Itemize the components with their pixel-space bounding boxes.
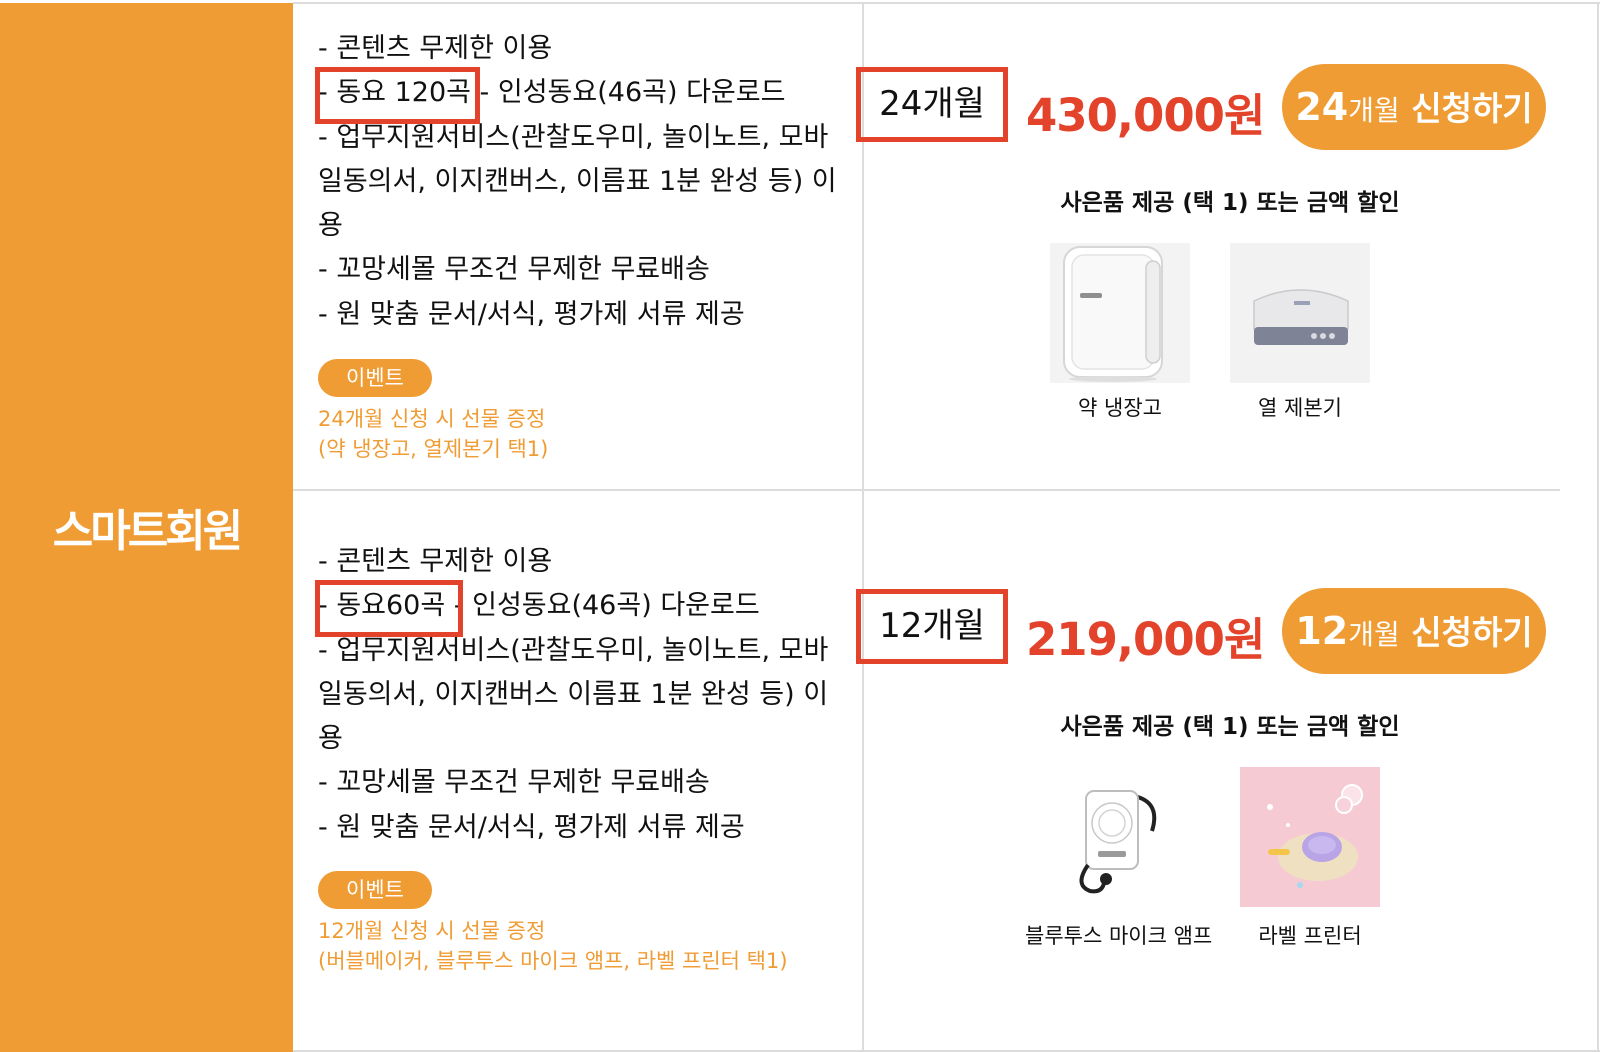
event-description: 24개월 신청 시 선물 증정 (약 냉장고, 열제본기 택1) <box>318 404 798 464</box>
table-right-border <box>1597 3 1599 1052</box>
membership-title: 스마트회원 <box>52 506 243 557</box>
plan-price: 219,000원 <box>1026 613 1265 666</box>
event-badge: 이벤트 <box>318 871 432 909</box>
period-label: 12개월 <box>856 589 1008 664</box>
apply-months-unit: 개월 <box>1348 618 1400 651</box>
apply-12-months-button[interactable]: 12개월 신청하기 <box>1282 588 1546 674</box>
gift-caption: 약 냉장고 <box>1078 396 1162 420</box>
event-line: 24개월 신청 시 선물 증정 <box>318 407 546 431</box>
pricing-table: 스마트회원 - 콘텐츠 무제한 이용 - 동요 120곡 - 인성동요(46곡)… <box>0 0 1600 1052</box>
feature-item: - 꼬망세몰 무조건 무제한 무료배송 <box>318 767 710 799</box>
apply-months-number: 24 <box>1295 85 1349 129</box>
gift-caption: 열 제본기 <box>1258 396 1342 420</box>
event-line: (약 냉장고, 열제본기 택1) <box>318 437 549 461</box>
gift-heading: 사은품 제공 (택 1) 또는 금액 할인 <box>1060 190 1400 216</box>
event-description: 12개월 신청 시 선물 증정 (버블메이커, 블루투스 마이크 앰프, 라벨 … <box>318 916 798 976</box>
gift-heading: 사은품 제공 (택 1) 또는 금액 할인 <box>1060 714 1400 740</box>
thermal-binder-icon <box>1230 243 1370 383</box>
feature-item: - 업무지원서비스(관찰도우미, 놀이노트, 모바일동의서, 이지캔버스, 이름… <box>318 121 837 242</box>
feature-item: - 꼬망세몰 무조건 무제한 무료배송 <box>318 254 710 286</box>
highlight-box-songs <box>315 580 463 637</box>
event-line: 12개월 신청 시 선물 증정 <box>318 919 546 943</box>
feature-item: - 콘텐츠 무제한 이용 <box>318 33 553 64</box>
plan-price: 430,000원 <box>1026 89 1265 142</box>
highlight-box-songs <box>315 67 480 124</box>
apply-label: 신청하기 <box>1399 89 1533 128</box>
row-divider <box>293 489 1560 491</box>
bluetooth-mic-amp-icon <box>1040 767 1180 907</box>
apply-label: 신청하기 <box>1399 613 1533 652</box>
table-top-border <box>293 2 1600 4</box>
label-printer-icon <box>1240 767 1380 907</box>
feature-item: - 원 맞춤 문서/서식, 평가제 서류 제공 <box>318 298 745 330</box>
apply-24-months-button[interactable]: 24개월 신청하기 <box>1282 64 1546 150</box>
feature-item: - 콘텐츠 무제한 이용 <box>318 546 553 577</box>
period-label: 24개월 <box>856 67 1008 142</box>
event-badge: 이벤트 <box>318 359 432 397</box>
column-divider <box>862 3 864 1052</box>
gift-caption: 라벨 프린터 <box>1258 924 1362 948</box>
event-line: (버블메이커, 블루투스 마이크 앰프, 라벨 프린터 택1) <box>318 949 788 973</box>
mini-fridge-icon <box>1050 243 1190 383</box>
apply-months-number: 12 <box>1295 609 1349 653</box>
gift-caption: 블루투스 마이크 앰프 <box>1025 924 1213 948</box>
apply-months-unit: 개월 <box>1348 94 1400 127</box>
feature-item: - 원 맞춤 문서/서식, 평가제 서류 제공 <box>318 811 745 843</box>
feature-item: - 업무지원서비스(관찰도우미, 놀이노트, 모바일동의서, 이지캔버스 이름표… <box>318 634 829 755</box>
